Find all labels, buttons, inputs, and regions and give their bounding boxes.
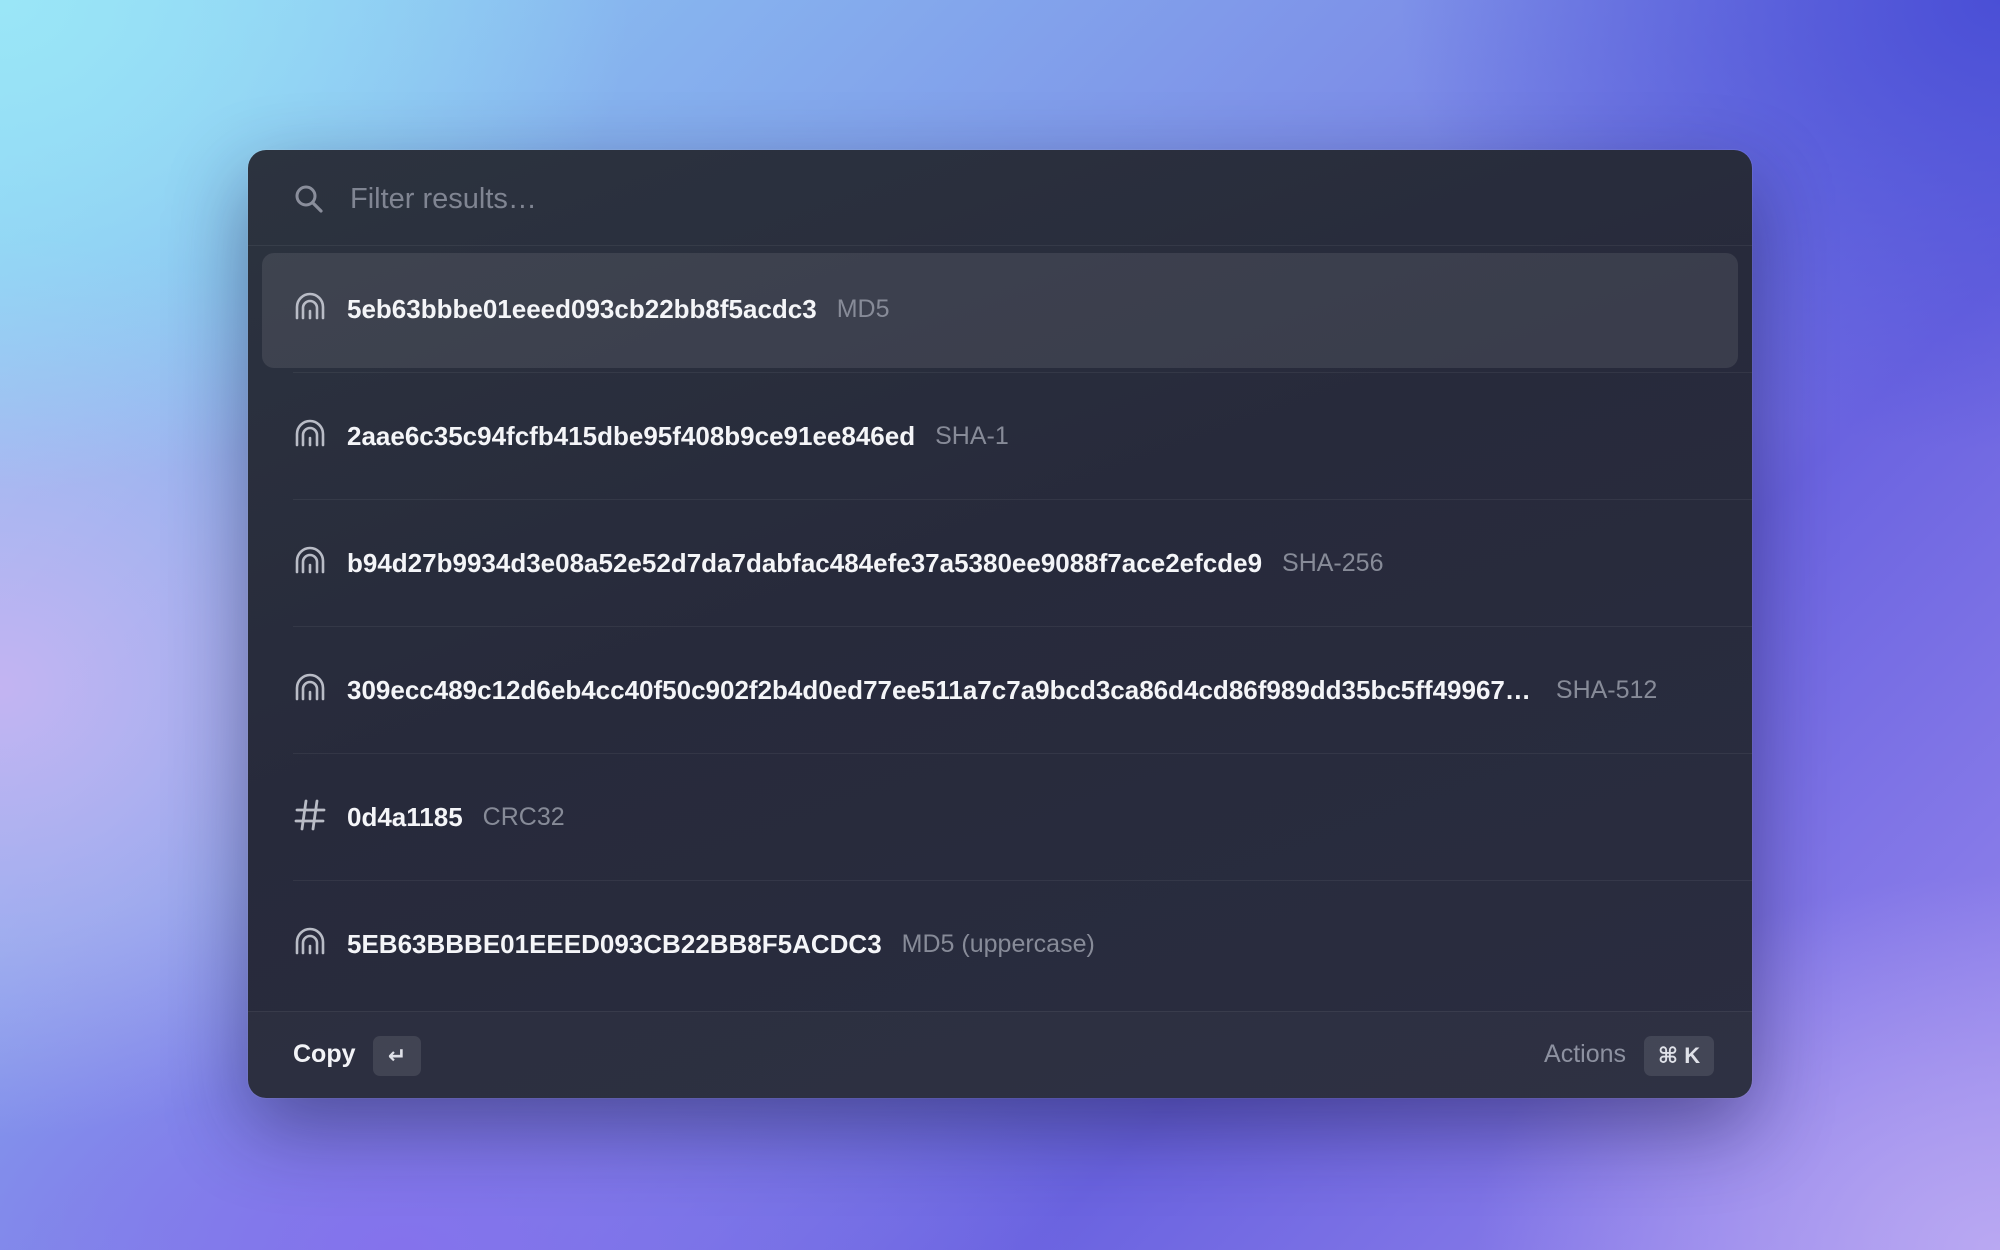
result-row-sha512[interactable]: 309ecc489c12d6eb4cc40f50c902f2b4d0ed77ee… bbox=[248, 627, 1752, 754]
fingerprint-icon bbox=[295, 546, 325, 574]
hash-type-label: SHA-1 bbox=[935, 422, 1009, 450]
hash-type-label: MD5 bbox=[836, 295, 890, 323]
hash-value: 309ecc489c12d6eb4cc40f50c902f2b4d0ed77ee… bbox=[347, 675, 1531, 705]
command-palette-window: 5eb63bbbe01eeed093cb22bb8f5acdc3 MD5 2aa… bbox=[248, 150, 1752, 1098]
hash-type-label: SHA-256 bbox=[1282, 549, 1384, 577]
result-row-md5-uppercase[interactable]: 5EB63BBBE01EEED093CB22BB8F5ACDC3 MD5 (up… bbox=[248, 881, 1752, 1008]
result-row-crc32[interactable]: 0d4a1185 CRC32 bbox=[248, 754, 1752, 881]
hash-icon bbox=[294, 799, 326, 831]
hash-value: 2aae6c35c94fcfb415dbe95f408b9ce91ee846ed bbox=[347, 421, 916, 451]
hash-value: b94d27b9934d3e08a52e52d7da7dabfac484efe3… bbox=[347, 548, 1263, 578]
fingerprint-icon bbox=[295, 292, 325, 320]
search-icon bbox=[295, 185, 323, 213]
result-row-sha256[interactable]: b94d27b9934d3e08a52e52d7da7dabfac484efe3… bbox=[248, 500, 1752, 627]
hash-value: 0d4a1185 bbox=[347, 802, 463, 832]
copy-action-label[interactable]: Copy bbox=[293, 1040, 356, 1069]
fingerprint-icon bbox=[295, 673, 325, 701]
results-list: 5eb63bbbe01eeed093cb22bb8f5acdc3 MD5 2aa… bbox=[248, 246, 1752, 1008]
cmd-k-shortcut-badge: ⌘ K bbox=[1644, 1036, 1714, 1076]
enter-key-badge: ↵ bbox=[373, 1036, 421, 1076]
hash-type-label: CRC32 bbox=[482, 803, 565, 831]
action-bar: Copy ↵ Actions ⌘ K bbox=[248, 1011, 1752, 1098]
hash-type-label: MD5 (uppercase) bbox=[901, 930, 1095, 958]
result-row-md5[interactable]: 5eb63bbbe01eeed093cb22bb8f5acdc3 MD5 bbox=[248, 246, 1752, 373]
actions-menu-label[interactable]: Actions bbox=[1544, 1040, 1626, 1069]
search-input[interactable] bbox=[348, 176, 1552, 222]
fingerprint-icon bbox=[295, 927, 325, 955]
fingerprint-icon bbox=[295, 419, 325, 447]
hash-type-label: SHA-512 bbox=[1555, 676, 1658, 704]
hash-value: 5eb63bbbe01eeed093cb22bb8f5acdc3 bbox=[347, 294, 817, 324]
hash-value: 5EB63BBBE01EEED093CB22BB8F5ACDC3 bbox=[347, 929, 882, 959]
result-row-sha1[interactable]: 2aae6c35c94fcfb415dbe95f408b9ce91ee846ed… bbox=[248, 373, 1752, 500]
search-bar bbox=[248, 150, 1752, 246]
